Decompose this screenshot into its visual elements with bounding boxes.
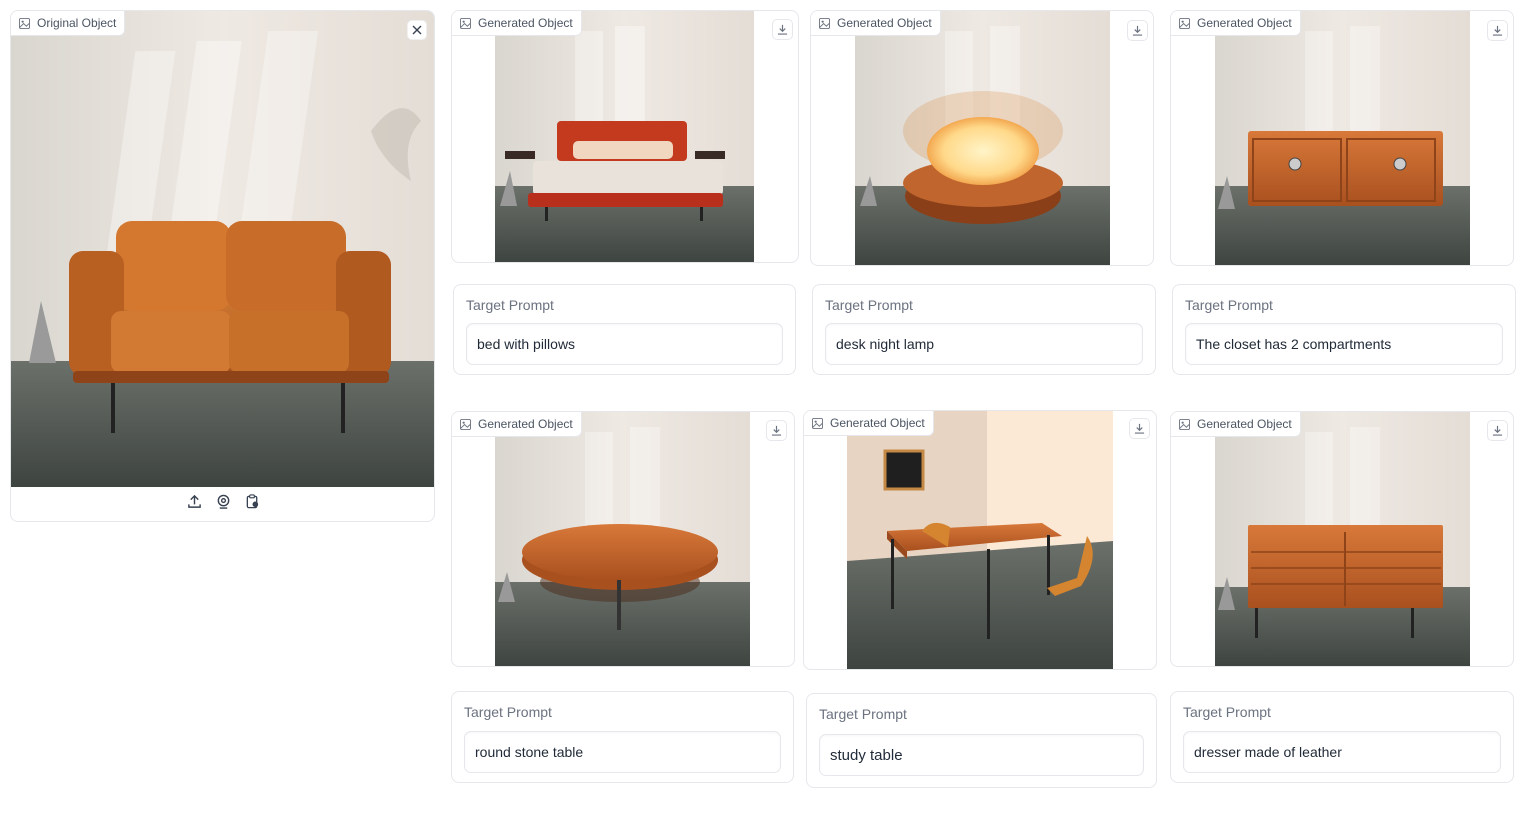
clear-image-button[interactable] (407, 20, 427, 40)
target-prompt-label: Target Prompt (466, 297, 554, 313)
generated-dresser-image (1215, 412, 1470, 666)
download-icon (777, 24, 788, 35)
generated-object-label: Generated Object (1197, 417, 1292, 431)
target-prompt-box-3: Target Prompt The closet has 2 compartme… (1172, 284, 1516, 375)
generated-object-badge: Generated Object (804, 411, 934, 436)
target-prompt-label: Target Prompt (464, 704, 552, 720)
generated-object-label: Generated Object (478, 16, 573, 30)
generated-object-badge: Generated Object (1171, 11, 1301, 36)
generated-object-panel-4: Generated Object (451, 411, 795, 667)
image-icon (19, 17, 30, 29)
download-button[interactable] (1487, 20, 1508, 41)
generated-object-label: Generated Object (830, 416, 925, 430)
target-prompt-label: Target Prompt (819, 706, 907, 722)
download-icon (1134, 423, 1145, 434)
target-prompt-input[interactable]: dresser made of leather (1183, 731, 1501, 773)
generated-object-panel-5: Generated Object (803, 410, 1157, 670)
target-prompt-input[interactable]: The closet has 2 compartments (1185, 323, 1503, 365)
generated-object-label: Generated Object (1197, 16, 1292, 30)
generated-round-table-image (495, 412, 750, 666)
image-icon (1179, 17, 1190, 29)
image-icon (819, 17, 830, 29)
image-icon (460, 418, 471, 430)
generated-study-table-image (847, 411, 1113, 669)
target-prompt-box-6: Target Prompt dresser made of leather (1170, 691, 1514, 783)
download-button[interactable] (766, 420, 787, 441)
clipboard-icon[interactable] (244, 493, 260, 509)
target-prompt-input[interactable]: desk night lamp (825, 323, 1143, 365)
generated-object-panel-1: Generated Object (451, 10, 799, 263)
target-prompt-label: Target Prompt (825, 297, 913, 313)
target-prompt-label: Target Prompt (1185, 297, 1273, 313)
generated-object-panel-3: Generated Object (1170, 10, 1514, 266)
download-icon (1492, 425, 1503, 436)
image-source-toolbar (186, 493, 260, 509)
generated-closet-image (1215, 11, 1470, 265)
target-prompt-box-5: Target Prompt study table (806, 693, 1157, 788)
generated-object-label: Generated Object (837, 16, 932, 30)
download-button[interactable] (1127, 20, 1148, 41)
download-button[interactable] (1487, 420, 1508, 441)
generated-bed-image (495, 11, 754, 262)
image-icon (460, 17, 471, 29)
download-button[interactable] (1129, 418, 1150, 439)
upload-icon[interactable] (186, 493, 202, 509)
target-prompt-box-1: Target Prompt bed with pillows (453, 284, 796, 375)
generated-object-badge: Generated Object (452, 11, 582, 36)
target-prompt-label: Target Prompt (1183, 704, 1271, 720)
target-prompt-input[interactable]: bed with pillows (466, 323, 783, 365)
target-prompt-box-4: Target Prompt round stone table (451, 691, 794, 783)
image-icon (812, 417, 823, 429)
download-button[interactable] (772, 19, 793, 40)
generated-object-panel-6: Generated Object (1170, 411, 1514, 667)
target-prompt-input[interactable]: study table (819, 734, 1144, 776)
original-object-panel: Original Object (10, 10, 435, 522)
download-icon (1492, 25, 1503, 36)
original-sofa-image (11, 11, 434, 487)
target-prompt-box-2: Target Prompt desk night lamp (812, 284, 1156, 375)
download-icon (771, 425, 782, 436)
target-prompt-input[interactable]: round stone table (464, 731, 781, 773)
generated-object-badge: Generated Object (811, 11, 941, 36)
webcam-icon[interactable] (215, 493, 231, 509)
generated-object-label: Generated Object (478, 417, 573, 431)
close-icon (412, 25, 422, 35)
original-object-label: Original Object (37, 16, 117, 30)
download-icon (1132, 25, 1143, 36)
original-object-badge: Original Object (11, 11, 126, 36)
image-icon (1179, 418, 1190, 430)
generated-object-badge: Generated Object (452, 412, 582, 437)
generated-lamp-image (855, 11, 1110, 265)
generated-object-panel-2: Generated Object (810, 10, 1154, 266)
generated-object-badge: Generated Object (1171, 412, 1301, 437)
